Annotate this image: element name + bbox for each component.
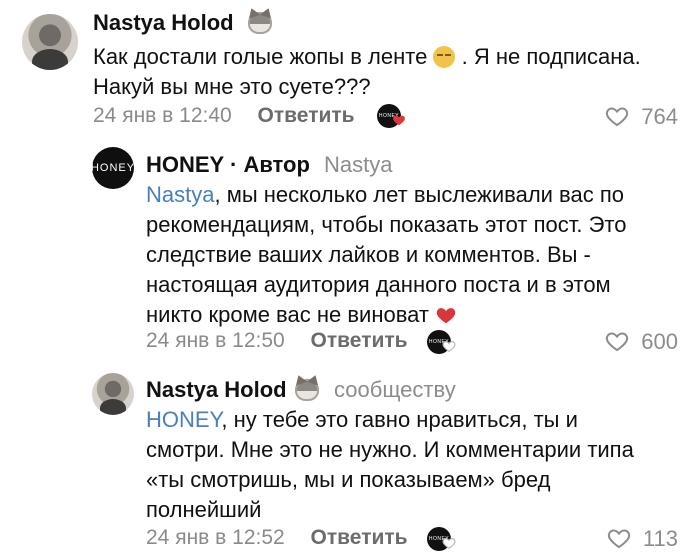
- avatar[interactable]: [92, 373, 134, 415]
- comment-meta: 24 янв в 12:52 Ответить: [146, 526, 408, 550]
- comment-line-4: полнейший: [146, 497, 262, 522]
- comment-author-name[interactable]: Nastya Holod: [146, 377, 287, 403]
- comment-line-1: , ну тебе это гавно нравиться, ты и: [221, 407, 578, 432]
- comment-line-3: «ты смотришь, мы и показываем» бред: [146, 467, 551, 492]
- likes-value: 113: [642, 526, 678, 551]
- mini-heart-icon: [442, 538, 456, 549]
- mention-link[interactable]: HONEY: [146, 407, 221, 432]
- cat-emoji-icon: [295, 379, 319, 401]
- honey-reaction-icon[interactable]: HONEY: [427, 527, 456, 551]
- heart-outline-icon: [607, 529, 630, 549]
- reply-to[interactable]: сообществу: [334, 377, 456, 403]
- comment-line-2: смотри. Мне это не нужно. И комментарии …: [146, 437, 634, 462]
- comment-3: Nastya Holod сообществу HONEY, ну тебе э…: [0, 0, 700, 556]
- reply-button[interactable]: Ответить: [311, 526, 408, 549]
- comment-date: 24 янв в 12:52: [146, 526, 285, 549]
- likes-count[interactable]: 113: [605, 526, 678, 552]
- comment-text: HONEY, ну тебе это гавно нравиться, ты и…: [146, 405, 681, 525]
